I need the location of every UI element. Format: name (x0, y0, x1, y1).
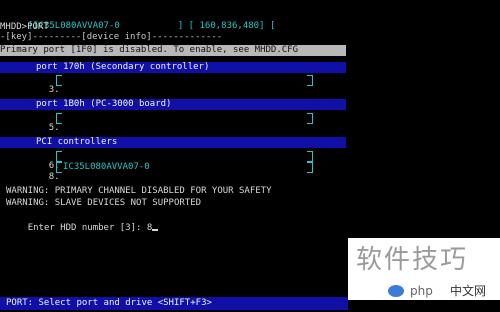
warning-slave-devices: WARNING: SLAVE DEVICES NOT SUPPORTED (6, 198, 202, 208)
item-device-name: IC35L080AVVA07-0 (63, 162, 150, 172)
item-bracket-left (56, 75, 62, 86)
text-cursor (152, 229, 159, 231)
item-number: 5. (48, 123, 60, 133)
item-number: 8. (48, 172, 60, 182)
disabled-port-message: Primary port [1F0] is disabled. To enabl… (0, 45, 299, 55)
item-bracket-left (56, 151, 62, 162)
header-bracket-tail: ] [ (259, 21, 276, 31)
hdd-number-input[interactable]: Enter HDD number [3]: 8 (6, 212, 159, 233)
header-size-value: 160,836,480 (199, 21, 260, 31)
item-bracket-left (56, 113, 62, 124)
watermark-site-name: 中文网 (450, 284, 487, 298)
item-bracket-right (307, 151, 313, 162)
item-bracket-right (307, 162, 313, 173)
menu-header: -[key]---------[device info]------------… (0, 32, 223, 42)
item-bracket-right (307, 113, 313, 124)
watermark-text: 软件技巧 (356, 245, 469, 275)
section-title-pci: PCI controllers (36, 137, 118, 147)
warning-primary-channel: WARNING: PRIMARY CHANNEL DISABLED FOR YO… (6, 186, 272, 196)
item-bracket-left (56, 162, 62, 173)
php-logo-icon (388, 285, 404, 297)
item-number: 3. (48, 85, 60, 95)
watermark-php: php (410, 284, 433, 298)
item-bracket-right (307, 75, 313, 86)
hdd-number-prompt: Enter HDD number [3]: 8 (27, 223, 153, 233)
section-title-pc3000: port 1B0h (PC-3000 board) (36, 99, 172, 109)
header-bar: [IC35L080AVVA07-0] [ 160,836,480] [ (6, 10, 276, 31)
header-bracket: ] [ (177, 21, 195, 31)
status-bar-text: PORT: Select port and drive <SHIFT+F3> (6, 298, 212, 308)
section-title-secondary: port 170h (Secondary controller) (36, 62, 210, 72)
mhdd-screen: [IC35L080AVVA07-0] [ 160,836,480] [ MHDD… (0, 0, 500, 312)
